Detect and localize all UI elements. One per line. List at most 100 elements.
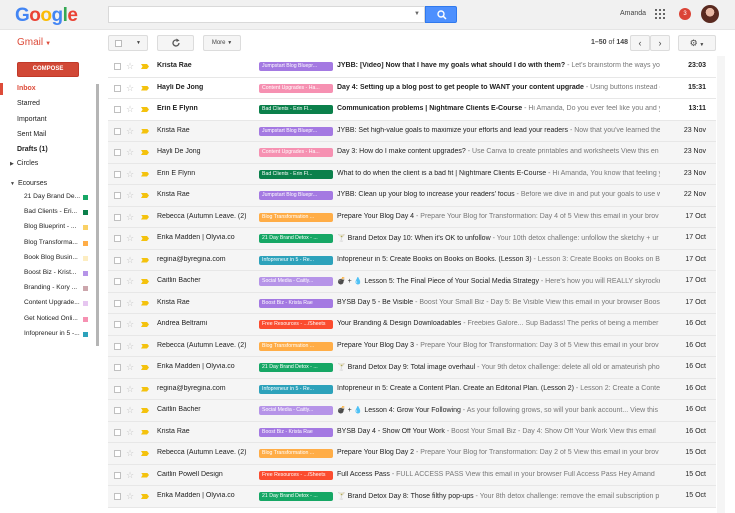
star-icon[interactable]: ☆ [126, 341, 134, 351]
row-checkbox[interactable] [114, 278, 121, 285]
important-icon[interactable] [141, 214, 149, 220]
message-label-chip[interactable]: Boost Biz - Krista Rae [259, 427, 333, 437]
message-label-chip[interactable]: Jumpstart Blog Bluepr... [259, 62, 333, 71]
star-icon[interactable]: ☆ [126, 104, 134, 114]
star-icon[interactable]: ☆ [126, 147, 134, 157]
important-icon[interactable] [141, 365, 149, 370]
important-icon[interactable] [141, 494, 149, 499]
star-icon[interactable]: ☆ [126, 61, 134, 71]
row-checkbox[interactable] [114, 385, 121, 393]
row-checkbox[interactable] [114, 213, 121, 221]
star-icon[interactable]: ☆ [126, 319, 134, 329]
star-icon[interactable]: ☆ [126, 233, 134, 243]
search-options-icon[interactable]: ▼ [414, 11, 420, 17]
message-label-chip[interactable]: Free Resources - .../Sheets [259, 320, 333, 329]
nav-sent-mail[interactable]: Sent Mail [17, 131, 46, 138]
star-icon[interactable]: ☆ [126, 298, 134, 308]
star-icon[interactable]: ☆ [126, 83, 134, 93]
row-checkbox[interactable] [114, 235, 121, 242]
sidebar-label-item[interactable]: Content Upgrade... [24, 299, 90, 306]
message-row[interactable]: ☆ Caitlin Bacher Social Media - Caitly... 💣… [108, 271, 716, 293]
star-icon[interactable]: ☆ [126, 126, 134, 136]
important-icon[interactable] [141, 107, 149, 112]
message-row[interactable]: ☆ Caitlin Bacher Social Media - Caitly... 💣… [108, 400, 716, 422]
important-icon[interactable] [141, 300, 149, 306]
label-color-swatch[interactable] [83, 331, 88, 337]
star-icon[interactable]: ☆ [126, 169, 134, 179]
message-row[interactable]: ☆ Erika Madden | Olyvia.co 21 Day Brand De… [108, 486, 716, 508]
star-icon[interactable]: ☆ [126, 255, 134, 265]
older-button[interactable]: › [650, 35, 670, 51]
sidebar-label-item[interactable]: Branding - Kory ... [24, 284, 90, 291]
important-icon[interactable] [141, 128, 149, 134]
sidebar-scrollbar[interactable] [96, 84, 99, 346]
row-checkbox[interactable] [114, 256, 121, 264]
message-label-chip[interactable]: Content Upgrades - Ha... [259, 148, 333, 157]
message-row[interactable]: ☆ Erika Madden | Olyvia.co 21 Day Brand De… [108, 357, 716, 379]
refresh-button[interactable] [157, 35, 194, 51]
star-icon[interactable]: ☆ [126, 470, 134, 480]
label-color-swatch[interactable] [83, 240, 88, 246]
important-icon[interactable] [141, 279, 149, 284]
message-row[interactable]: ☆ Hayli De Jong Content Upgrades - Ha... Da… [108, 77, 716, 99]
label-color-swatch[interactable] [83, 225, 88, 231]
star-icon[interactable]: ☆ [126, 491, 134, 501]
star-icon[interactable]: ☆ [126, 427, 134, 437]
row-checkbox[interactable] [114, 106, 121, 113]
sidebar-label-item[interactable]: Bad Clients - Eri... [24, 208, 90, 215]
sidebar-label-item[interactable]: Boost Biz - Krist... [24, 269, 90, 276]
message-row[interactable]: ☆ Krista Rae Boost Biz - Krista Rae BYSB Da… [108, 292, 716, 314]
message-label-chip[interactable]: Infopreneur in 5 - Re... [259, 255, 333, 265]
message-row[interactable]: ☆ Rebecca (Autumn Leave. (2) Blog Transfor… [108, 443, 716, 465]
important-icon[interactable] [141, 236, 149, 241]
select-checkbox[interactable] [115, 40, 122, 47]
message-label-chip[interactable]: Blog Transformation ... [259, 341, 333, 351]
nav-ecourses[interactable]: ▼ Ecourses [10, 180, 47, 187]
sidebar-label-item[interactable]: Blog Blueprint - ... [24, 223, 90, 230]
more-button[interactable]: More ▼ [203, 35, 241, 51]
important-icon[interactable] [141, 193, 149, 198]
nav-inbox[interactable]: Inbox [17, 85, 36, 92]
message-row[interactable]: ☆ Erin E Flynn Bad Clients - Erin Fl... Wha… [108, 163, 716, 185]
important-icon[interactable] [141, 64, 149, 69]
settings-button[interactable]: ⚙ ▼ [678, 35, 716, 51]
star-icon[interactable]: ☆ [126, 276, 134, 286]
message-label-chip[interactable]: Boost Biz - Krista Rae [259, 298, 333, 308]
message-label-chip[interactable]: 21 Day Brand Detox - ... [259, 234, 333, 243]
message-label-chip[interactable]: Social Media - Caitly... [259, 406, 333, 415]
label-color-swatch[interactable] [83, 255, 88, 261]
message-row[interactable]: ☆ Rebecca (Autumn Leave. (2) Blog Transfor… [108, 335, 716, 357]
message-label-chip[interactable]: Bad Clients - Erin Fl... [259, 169, 333, 179]
message-label-chip[interactable]: Infopreneur in 5 - Re... [259, 384, 333, 394]
sidebar-label-item[interactable]: Blog Transforma... [24, 239, 90, 246]
row-checkbox[interactable] [114, 407, 121, 414]
google-logo[interactable]: Google [15, 5, 78, 27]
row-checkbox[interactable] [114, 364, 121, 371]
nav-drafts[interactable]: Drafts (1) [17, 146, 48, 153]
compose-button[interactable]: COMPOSE [17, 62, 79, 77]
important-icon[interactable] [141, 85, 149, 91]
search-button[interactable] [425, 6, 457, 23]
row-checkbox[interactable] [114, 84, 121, 92]
sidebar-label-item[interactable]: Book Blog Busin... [24, 254, 90, 261]
message-label-chip[interactable]: Content Upgrades - Ha... [259, 83, 333, 93]
row-checkbox[interactable] [114, 192, 121, 199]
message-label-chip[interactable]: Blog Transformation ... [259, 212, 333, 222]
message-row[interactable]: ☆ Krista Rae Jumpstart Blog Bluepr... JYBB:… [108, 185, 716, 207]
row-checkbox[interactable] [114, 471, 121, 479]
important-icon[interactable] [141, 386, 149, 392]
row-checkbox[interactable] [114, 149, 121, 156]
message-row[interactable]: ☆ Hayli De Jong Content Upgrades - Ha... Da… [108, 142, 716, 164]
message-label-chip[interactable]: Blog Transformation ... [259, 449, 333, 458]
message-label-chip[interactable]: Bad Clients - Erin Fl... [259, 105, 333, 114]
message-row[interactable]: ☆ Caitlin Powell Design Free Resources - .… [108, 464, 716, 486]
apps-icon[interactable] [655, 9, 665, 19]
avatar[interactable] [701, 5, 719, 23]
sidebar-label-item[interactable]: 21 Day Brand De... [24, 193, 90, 200]
row-checkbox[interactable] [114, 63, 121, 70]
message-row[interactable]: ☆ regina@byregina.com Infopreneur in 5 - R… [108, 378, 716, 400]
message-label-chip[interactable]: Free Resources - .../Sheets [259, 470, 333, 480]
search-input[interactable]: ▼ [108, 6, 425, 23]
label-color-swatch[interactable] [83, 210, 88, 216]
message-label-chip[interactable]: Jumpstart Blog Bluepr... [259, 191, 333, 200]
